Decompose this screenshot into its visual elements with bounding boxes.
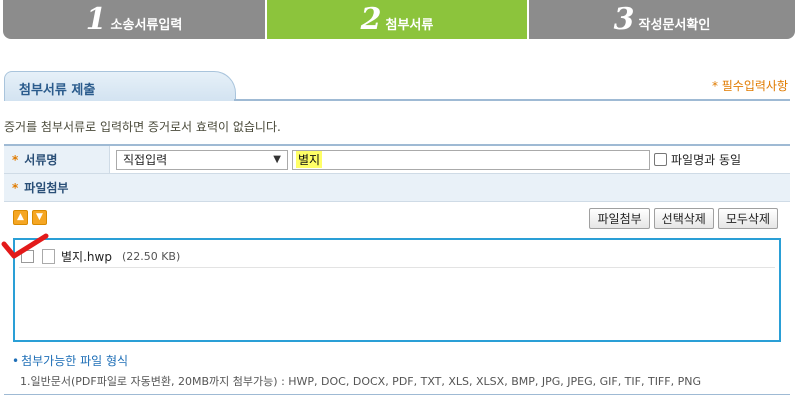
doc-name-header: * 서류명 [4, 146, 110, 173]
file-attach-header: * 파일첨부 [4, 174, 790, 201]
step-3: 3 작성문서확인 [529, 0, 795, 39]
bottom-divider [4, 394, 790, 395]
doc-name-input-value: 별지 [296, 151, 323, 168]
step-1: 1 소송서류입력 [3, 0, 265, 39]
list-item[interactable]: 별지.hwp (22.50 KB) [19, 246, 775, 268]
required-star: * [12, 152, 19, 167]
file-list[interactable]: 별지.hwp (22.50 KB) [13, 238, 781, 342]
formats-title-text: 첨부가능한 파일 형식 [21, 354, 129, 368]
section-tab: 첨부서류 제출 [4, 71, 236, 101]
required-note: * 필수입력사항 [711, 79, 788, 93]
doc-name-row: * 서류명 직접입력 ▼ 별지 파일명과 동일 [4, 146, 790, 174]
file-action-buttons: 파일첨부 선택삭제 모두삭제 [589, 208, 778, 229]
doc-type-select-value: 직접입력 [123, 153, 168, 167]
notice-text: 증거를 첨부서류로 입력하면 증거로서 효력이 없습니다. [4, 120, 281, 134]
step-number: 2 [360, 1, 382, 37]
attach-file-button[interactable]: 파일첨부 [589, 208, 650, 229]
step-label: 첨부서류 [385, 18, 434, 33]
step-label: 소송서류입력 [110, 18, 183, 33]
delete-all-button[interactable]: 모두삭제 [717, 208, 778, 229]
section-divider [234, 99, 790, 101]
same-as-filename-label: 파일명과 동일 [671, 153, 742, 167]
doc-name-cell: 직접입력 ▼ 별지 파일명과 동일 [110, 146, 790, 173]
file-attach-label: 파일첨부 [24, 181, 69, 195]
section-header: 첨부서류 제출 * 필수입력사항 [4, 71, 790, 101]
chevron-down-icon: ▼ [273, 154, 281, 165]
step-number: 1 [85, 1, 107, 37]
file-name: 별지.hwp [61, 250, 112, 264]
delete-selected-button[interactable]: 선택삭제 [653, 208, 714, 229]
required-star: * [12, 180, 19, 195]
doc-name-input[interactable]: 별지 [292, 149, 650, 170]
step-2-active: 2 첨부서류 [267, 0, 527, 39]
step-number: 3 [613, 1, 635, 37]
file-size: (22.50 KB) [121, 250, 181, 263]
red-checkmark-annotation [1, 233, 49, 259]
attachment-form: * 서류명 직접입력 ▼ 별지 파일명과 동일 * 파일첨부 [4, 144, 790, 202]
formats-title: • 첨부가능한 파일 형식 [12, 352, 128, 369]
step-label: 작성문서확인 [638, 18, 711, 33]
formats-list: 1.일반문서(PDF파일로 자동변환, 20MB까지 첨부가능) : HWP, … [20, 375, 701, 388]
step-indicator: 1 소송서류입력 2 첨부서류 3 작성문서확인 [3, 0, 795, 39]
bullet-icon: • [12, 354, 20, 368]
doc-name-label: 서류명 [24, 153, 58, 167]
reorder-controls: ▲ ▼ [13, 210, 47, 225]
doc-type-select[interactable]: 직접입력 ▼ [116, 149, 288, 170]
move-down-icon[interactable]: ▼ [32, 210, 47, 225]
move-up-icon[interactable]: ▲ [13, 210, 28, 225]
same-as-filename-checkbox[interactable] [654, 153, 667, 166]
file-attach-row: * 파일첨부 [4, 174, 790, 202]
